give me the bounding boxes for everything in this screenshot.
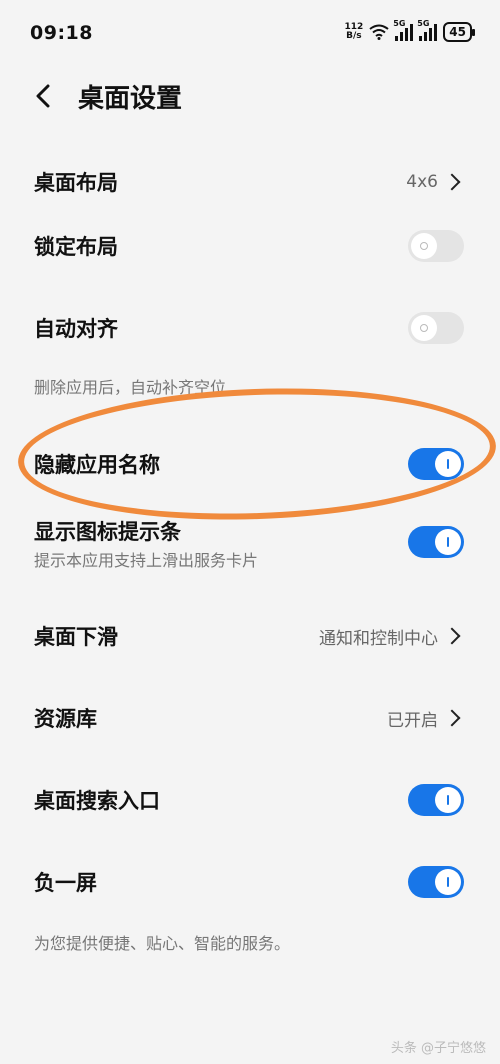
page-title: 桌面设置 (78, 83, 183, 114)
setting-hide-app-names: 隐藏应用名称 (34, 444, 464, 484)
toggle-knob (435, 451, 461, 477)
auto-align-description: 删除应用后，自动补齐空位 (34, 378, 227, 397)
minus-one-screen-toggle[interactable] (408, 866, 464, 898)
page-header: 桌面设置 (34, 74, 182, 118)
signal-icon-1: 5G (393, 19, 414, 41)
app-library-value: 已开启 (387, 710, 438, 731)
swipe-down-value: 通知和控制中心 (319, 628, 438, 649)
desktop-search-toggle[interactable] (408, 784, 464, 816)
status-icons: 112 B/s 5G 5G 45 (344, 19, 475, 44)
battery-icon: 45 (443, 22, 475, 42)
chevron-right-icon (443, 627, 461, 645)
toggle-knob (435, 787, 461, 813)
layout-value: 4x6 (406, 172, 438, 192)
toggle-knob (435, 869, 461, 895)
toggle-knob (411, 233, 437, 259)
setting-layout[interactable]: 桌面布局 4x6 (34, 162, 464, 202)
status-time: 09:18 (30, 22, 93, 44)
toggle-knob (411, 315, 437, 341)
auto-align-toggle[interactable] (408, 312, 464, 344)
chevron-left-icon (36, 84, 50, 108)
chevron-right-icon (443, 173, 461, 191)
show-icon-bar-description: 提示本应用支持上滑出服务卡片 (34, 551, 259, 570)
toggle-knob (435, 529, 461, 555)
setting-app-library[interactable]: 资源库 已开启 (34, 698, 464, 738)
minus-one-screen-description: 为您提供便捷、贴心、智能的服务。 (34, 934, 291, 953)
network-speed: 112 B/s (344, 22, 364, 41)
chevron-right-icon (443, 709, 461, 727)
setting-lock-layout: 锁定布局 (34, 226, 464, 266)
setting-swipe-down[interactable]: 桌面下滑 通知和控制中心 (34, 616, 464, 656)
show-icon-bar-toggle[interactable] (408, 526, 464, 558)
setting-desktop-search: 桌面搜索入口 (34, 780, 464, 820)
lock-layout-toggle[interactable] (408, 230, 464, 262)
signal-icon-2: 5G (417, 19, 438, 41)
setting-minus-one-screen: 负一屏 (34, 862, 464, 902)
wifi-icon (369, 24, 389, 40)
hide-app-names-toggle[interactable] (408, 448, 464, 480)
setting-auto-align: 自动对齐 (34, 308, 464, 348)
back-button[interactable] (34, 84, 56, 108)
status-bar: 09:18 112 B/s 5G 5G 45 (0, 0, 500, 66)
watermark: 头条 @子宁悠悠 (390, 1041, 486, 1056)
